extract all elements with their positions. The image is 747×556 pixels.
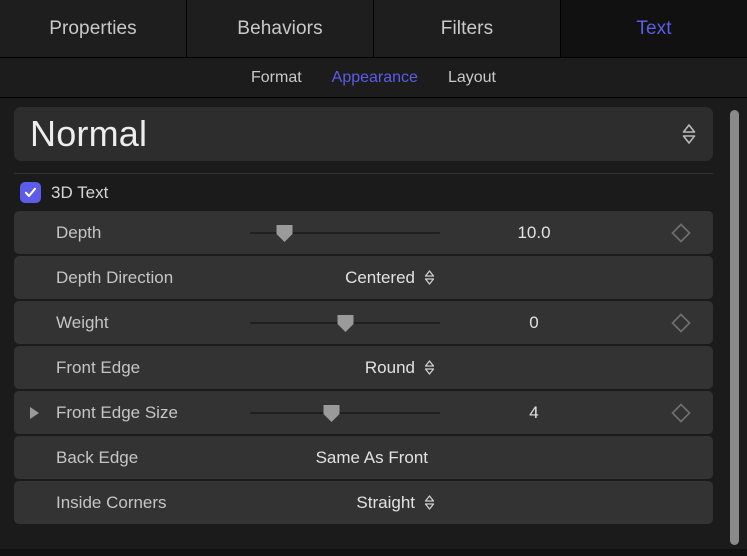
text-style-value: Normal [30,116,679,152]
keyframe-diamond-icon[interactable] [670,402,692,424]
row-depth-direction[interactable]: Depth Direction Centered [14,256,713,299]
row-front-edge-size[interactable]: Front Edge Size 4 [14,391,713,434]
popup-value: Same As Front [316,448,428,468]
stepper-up-down-icon[interactable] [423,268,436,287]
text-style-popup[interactable]: Normal [14,107,713,161]
vertical-scrollbar[interactable] [727,106,741,548]
weight-value[interactable]: 0 [444,313,624,333]
weight-slider[interactable] [250,311,440,335]
inspector-tab-bar: Properties Behaviors Filters Text [0,0,747,58]
inside-corners-popup[interactable]: Straight [344,481,624,524]
row-weight[interactable]: Weight 0 [14,301,713,344]
stepper-up-down-icon[interactable] [423,493,436,512]
popup-value: Round [365,358,415,378]
row-label: Front Edge [56,358,140,378]
parameter-rows: Depth 10.0 Depth Direction [14,211,713,524]
keyframe-diamond-icon[interactable] [670,312,692,334]
panel-content: Normal 3D Text Dep [0,98,727,556]
row-label: Inside Corners [56,493,167,513]
front-edge-popup[interactable]: Round [344,346,624,389]
popup-value: Centered [345,268,415,288]
row-label: Weight [56,313,109,333]
depth-slider[interactable] [250,221,440,245]
row-front-edge[interactable]: Front Edge Round [14,346,713,389]
stepper-up-down-icon[interactable] [423,358,436,377]
stepper-up-down-icon[interactable] [679,119,699,149]
tab-label: Text [636,18,671,40]
slider-thumb[interactable] [275,224,294,243]
checkmark-icon [23,185,38,200]
front-edge-size-value[interactable]: 4 [444,403,624,423]
front-edge-size-slider[interactable] [250,401,440,425]
row-label: Depth Direction [56,268,173,288]
slider-thumb[interactable] [336,314,355,333]
row-label: Front Edge Size [56,403,178,423]
text-subtab-bar: Format Appearance Layout [0,58,747,98]
scrollbar-thumb[interactable] [730,110,739,545]
three-d-text-label: 3D Text [51,183,108,203]
three-d-text-row[interactable]: 3D Text [14,174,727,211]
slider-thumb[interactable] [322,404,341,423]
depth-value[interactable]: 10.0 [444,223,624,243]
back-edge-popup[interactable]: Same As Front [344,436,624,479]
subtab-layout[interactable]: Layout [448,69,496,87]
tab-behaviors[interactable]: Behaviors [187,0,374,57]
panel-bottom-edge [0,549,747,556]
row-label: Back Edge [56,448,138,468]
tab-text[interactable]: Text [561,0,747,57]
row-inside-corners[interactable]: Inside Corners Straight [14,481,713,524]
row-label: Depth [56,223,101,243]
row-depth[interactable]: Depth 10.0 [14,211,713,254]
depth-direction-popup[interactable]: Centered [344,256,624,299]
tab-label: Properties [49,18,137,40]
subtab-format[interactable]: Format [251,69,302,87]
row-back-edge[interactable]: Back Edge Same As Front [14,436,713,479]
tab-label: Filters [441,18,493,40]
keyframe-diamond-icon[interactable] [670,222,692,244]
tab-label: Behaviors [237,18,322,40]
slider-track [250,412,440,414]
appearance-panel: Normal 3D Text Dep [0,98,747,556]
popup-value: Straight [356,493,415,513]
tab-filters[interactable]: Filters [374,0,561,57]
three-d-text-checkbox[interactable] [20,182,41,203]
disclosure-triangle-icon[interactable] [30,407,39,419]
tab-properties[interactable]: Properties [0,0,187,57]
text-appearance-inspector: Properties Behaviors Filters Text Format… [0,0,747,556]
subtab-appearance[interactable]: Appearance [332,69,418,87]
